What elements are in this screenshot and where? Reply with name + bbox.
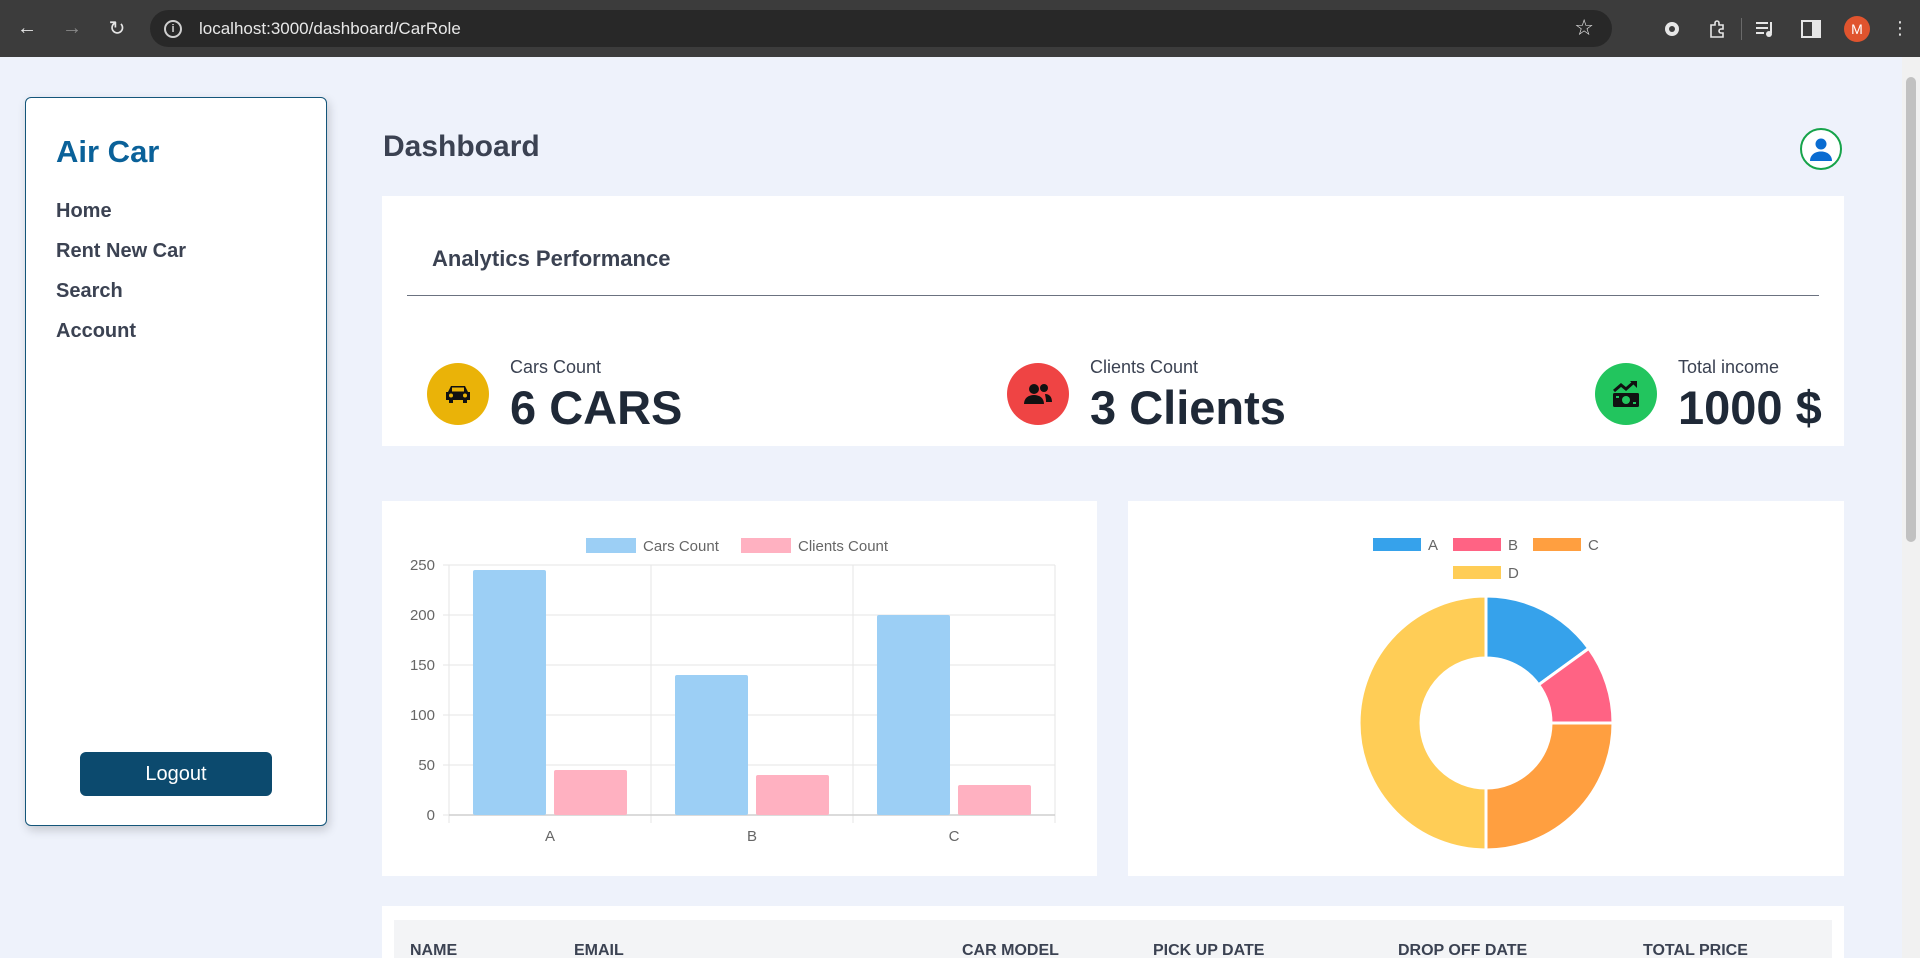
sidebar-menu: Home Rent New Car Search Account [56,191,186,351]
sidebar-item-account[interactable]: Account [56,311,186,351]
puzzle-icon[interactable] [1695,0,1741,57]
donut-chart-card: A B C D [1128,501,1844,876]
brand-logo[interactable]: Air Car [56,134,159,170]
bar-C-1 [958,785,1031,815]
stat-label: Cars Count [510,357,602,377]
y-tick-label: 200 [410,607,435,624]
slice-D [1357,594,1488,852]
legend-swatch [586,538,636,553]
legend-item: B [1453,537,1518,554]
column-header-car-model[interactable]: CAR MODEL [962,942,1059,958]
x-tick-label: C [949,828,960,845]
user-profile-button[interactable] [1800,128,1842,170]
forward-icon[interactable]: → [55,11,89,45]
bar-C-0 [877,615,950,815]
user-icon [1810,138,1832,161]
legend-label: Clients Count [798,538,889,555]
legend-item: D [1453,565,1519,582]
bar-chart: Cars Count Clients Count 0 50 100 150 200 250 A B… [410,538,1056,845]
reload-icon[interactable]: ↻ [100,11,134,45]
money-icon [1595,363,1657,425]
y-tick-label: 250 [410,557,435,574]
x-tick-label: B [747,828,757,845]
stat-value: 3 Clients [1090,381,1286,434]
column-header-drop-off-date[interactable]: DROP OFF DATE [1398,942,1527,958]
stat-value: 6 CARS [510,381,683,434]
analytics-card: Analytics Performance Cars Count 6 CARS [382,196,1844,446]
slice-C [1484,721,1615,852]
sidebar: Air Car Home Rent New Car Search Account… [25,97,327,826]
x-tick-label: A [545,828,555,845]
page-scrollbar[interactable] [1902,57,1920,958]
url-text: localhost:3000/dashboard/CarRole [199,18,461,38]
legend-item: Clients Count [741,538,889,555]
logout-button[interactable]: Logout [80,752,272,796]
legend-label: A [1428,537,1438,554]
legend-swatch [741,538,791,553]
y-tick-label: 50 [418,757,435,774]
profile-avatar[interactable]: M [1834,0,1880,57]
legend-item: A [1373,537,1438,554]
legend-label: Cars Count [643,538,720,555]
bar-B-1 [756,775,829,815]
legend-label: D [1508,565,1519,582]
column-header-total-price[interactable]: TOTAL PRICE [1643,942,1748,958]
bar-chart-card: Cars Count Clients Count 0 50 100 150 200 250 A B… [382,501,1097,876]
site-info-icon[interactable]: i [164,19,182,38]
users-icon [1007,363,1069,425]
stat-value: 1000 $ [1678,381,1822,434]
extension-icon[interactable] [1649,0,1695,57]
y-tick-label: 0 [427,807,435,824]
donut-chart: A B C D [1357,537,1615,852]
back-icon[interactable]: ← [10,11,44,45]
stat-cars-count: Cars Count 6 CARS [427,351,682,434]
scrollbar-thumb[interactable] [1906,77,1916,542]
table-header: NAME EMAIL CAR MODEL PICK UP DATE DROP O… [394,920,1832,958]
stat-clients-count: Clients Count 3 Clients [1007,351,1286,434]
browser-toolbar: ← → ↻ i localhost:3000/dashboard/CarRole… [0,0,1920,57]
rentals-table: NAME EMAIL CAR MODEL PICK UP DATE DROP O… [382,906,1844,958]
sidebar-item-rent-new-car[interactable]: Rent New Car [56,231,186,271]
more-menu-icon[interactable]: ⋮ [1880,0,1920,57]
column-header-email[interactable]: EMAIL [574,942,624,958]
bar-A-0 [473,570,546,815]
column-header-pick-up-date[interactable]: PICK UP DATE [1153,942,1264,958]
address-bar[interactable]: i localhost:3000/dashboard/CarRole ☆ [150,10,1612,47]
legend-swatch [1533,538,1581,551]
stat-total-income: Total income 1000 $ [1595,351,1822,434]
legend-item: Cars Count [586,538,720,555]
bar-A-1 [554,770,627,815]
bookmark-star-icon[interactable]: ☆ [1574,15,1594,41]
legend-label: B [1508,537,1518,554]
stat-label: Clients Count [1090,357,1199,377]
y-tick-label: 150 [410,657,435,674]
sidebar-item-home[interactable]: Home [56,191,186,231]
y-tick-label: 100 [410,707,435,724]
legend-swatch [1453,566,1501,579]
car-icon [427,363,489,425]
analytics-heading: Analytics Performance [432,246,671,271]
side-panel-icon[interactable] [1788,0,1834,57]
legend-label: C [1588,537,1599,554]
legend-swatch [1453,538,1501,551]
bar-B-0 [675,675,748,815]
media-queue-icon[interactable] [1742,0,1788,57]
column-header-name[interactable]: NAME [410,942,457,958]
page-title: Dashboard [383,130,540,163]
legend-swatch [1373,538,1421,551]
sidebar-item-search[interactable]: Search [56,271,186,311]
stat-label: Total income [1678,357,1780,377]
divider [407,295,1819,296]
legend-item: C [1533,537,1599,554]
